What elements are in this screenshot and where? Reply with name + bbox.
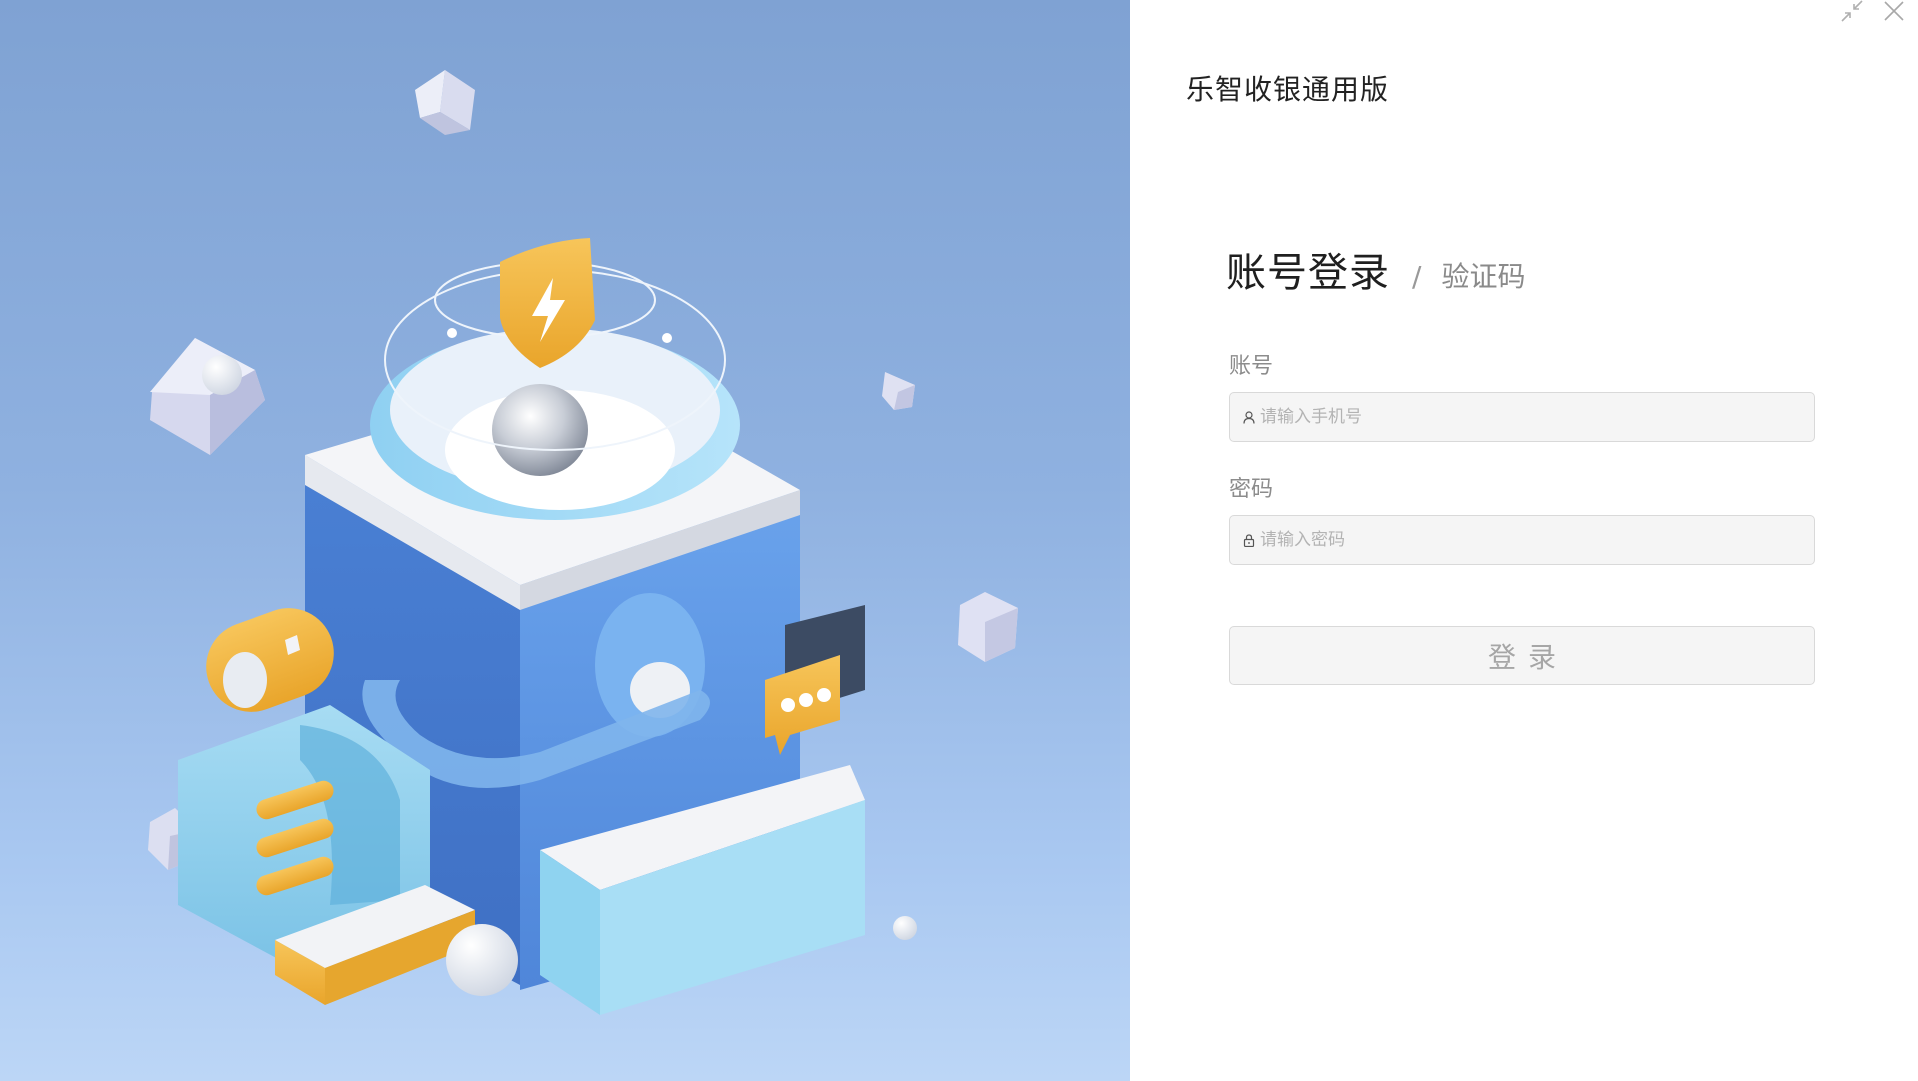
window-minimize-button[interactable] bbox=[1838, 0, 1866, 22]
lock-icon bbox=[1242, 533, 1256, 547]
user-icon bbox=[1242, 410, 1256, 424]
password-input[interactable] bbox=[1260, 530, 1800, 550]
tab-verification-code[interactable]: 验证码 bbox=[1441, 255, 1525, 295]
floating-cube-left bbox=[150, 338, 265, 455]
shrink-arrows-icon bbox=[1841, 0, 1863, 22]
floating-cube-right bbox=[958, 592, 1018, 662]
floating-cube-top bbox=[415, 70, 475, 135]
account-input[interactable] bbox=[1260, 407, 1800, 427]
account-field[interactable] bbox=[1229, 392, 1815, 442]
password-label: 密码 bbox=[1229, 477, 1274, 502]
small-ball-decoration bbox=[893, 916, 917, 940]
tab-separator: / bbox=[1412, 260, 1422, 293]
tab-account-login[interactable]: 账号登录 bbox=[1226, 240, 1390, 298]
app-title: 乐智收银通用版 bbox=[1186, 73, 1390, 106]
security-machine-illustration bbox=[148, 70, 1018, 1015]
floating-cube-small-right bbox=[882, 372, 915, 410]
white-ball-decoration bbox=[446, 924, 518, 996]
window-close-button[interactable] bbox=[1880, 0, 1908, 22]
password-field[interactable] bbox=[1229, 515, 1815, 565]
login-window: 乐智收银通用版 账号登录 / 验证码 账号 密码 登录 bbox=[0, 0, 1918, 1081]
login-button[interactable]: 登录 bbox=[1229, 626, 1815, 685]
account-label: 账号 bbox=[1229, 354, 1274, 379]
hero-illustration-panel bbox=[0, 0, 1130, 1081]
login-mode-tabs: 账号登录 / 验证码 bbox=[1226, 240, 1525, 298]
close-icon bbox=[1884, 1, 1904, 21]
